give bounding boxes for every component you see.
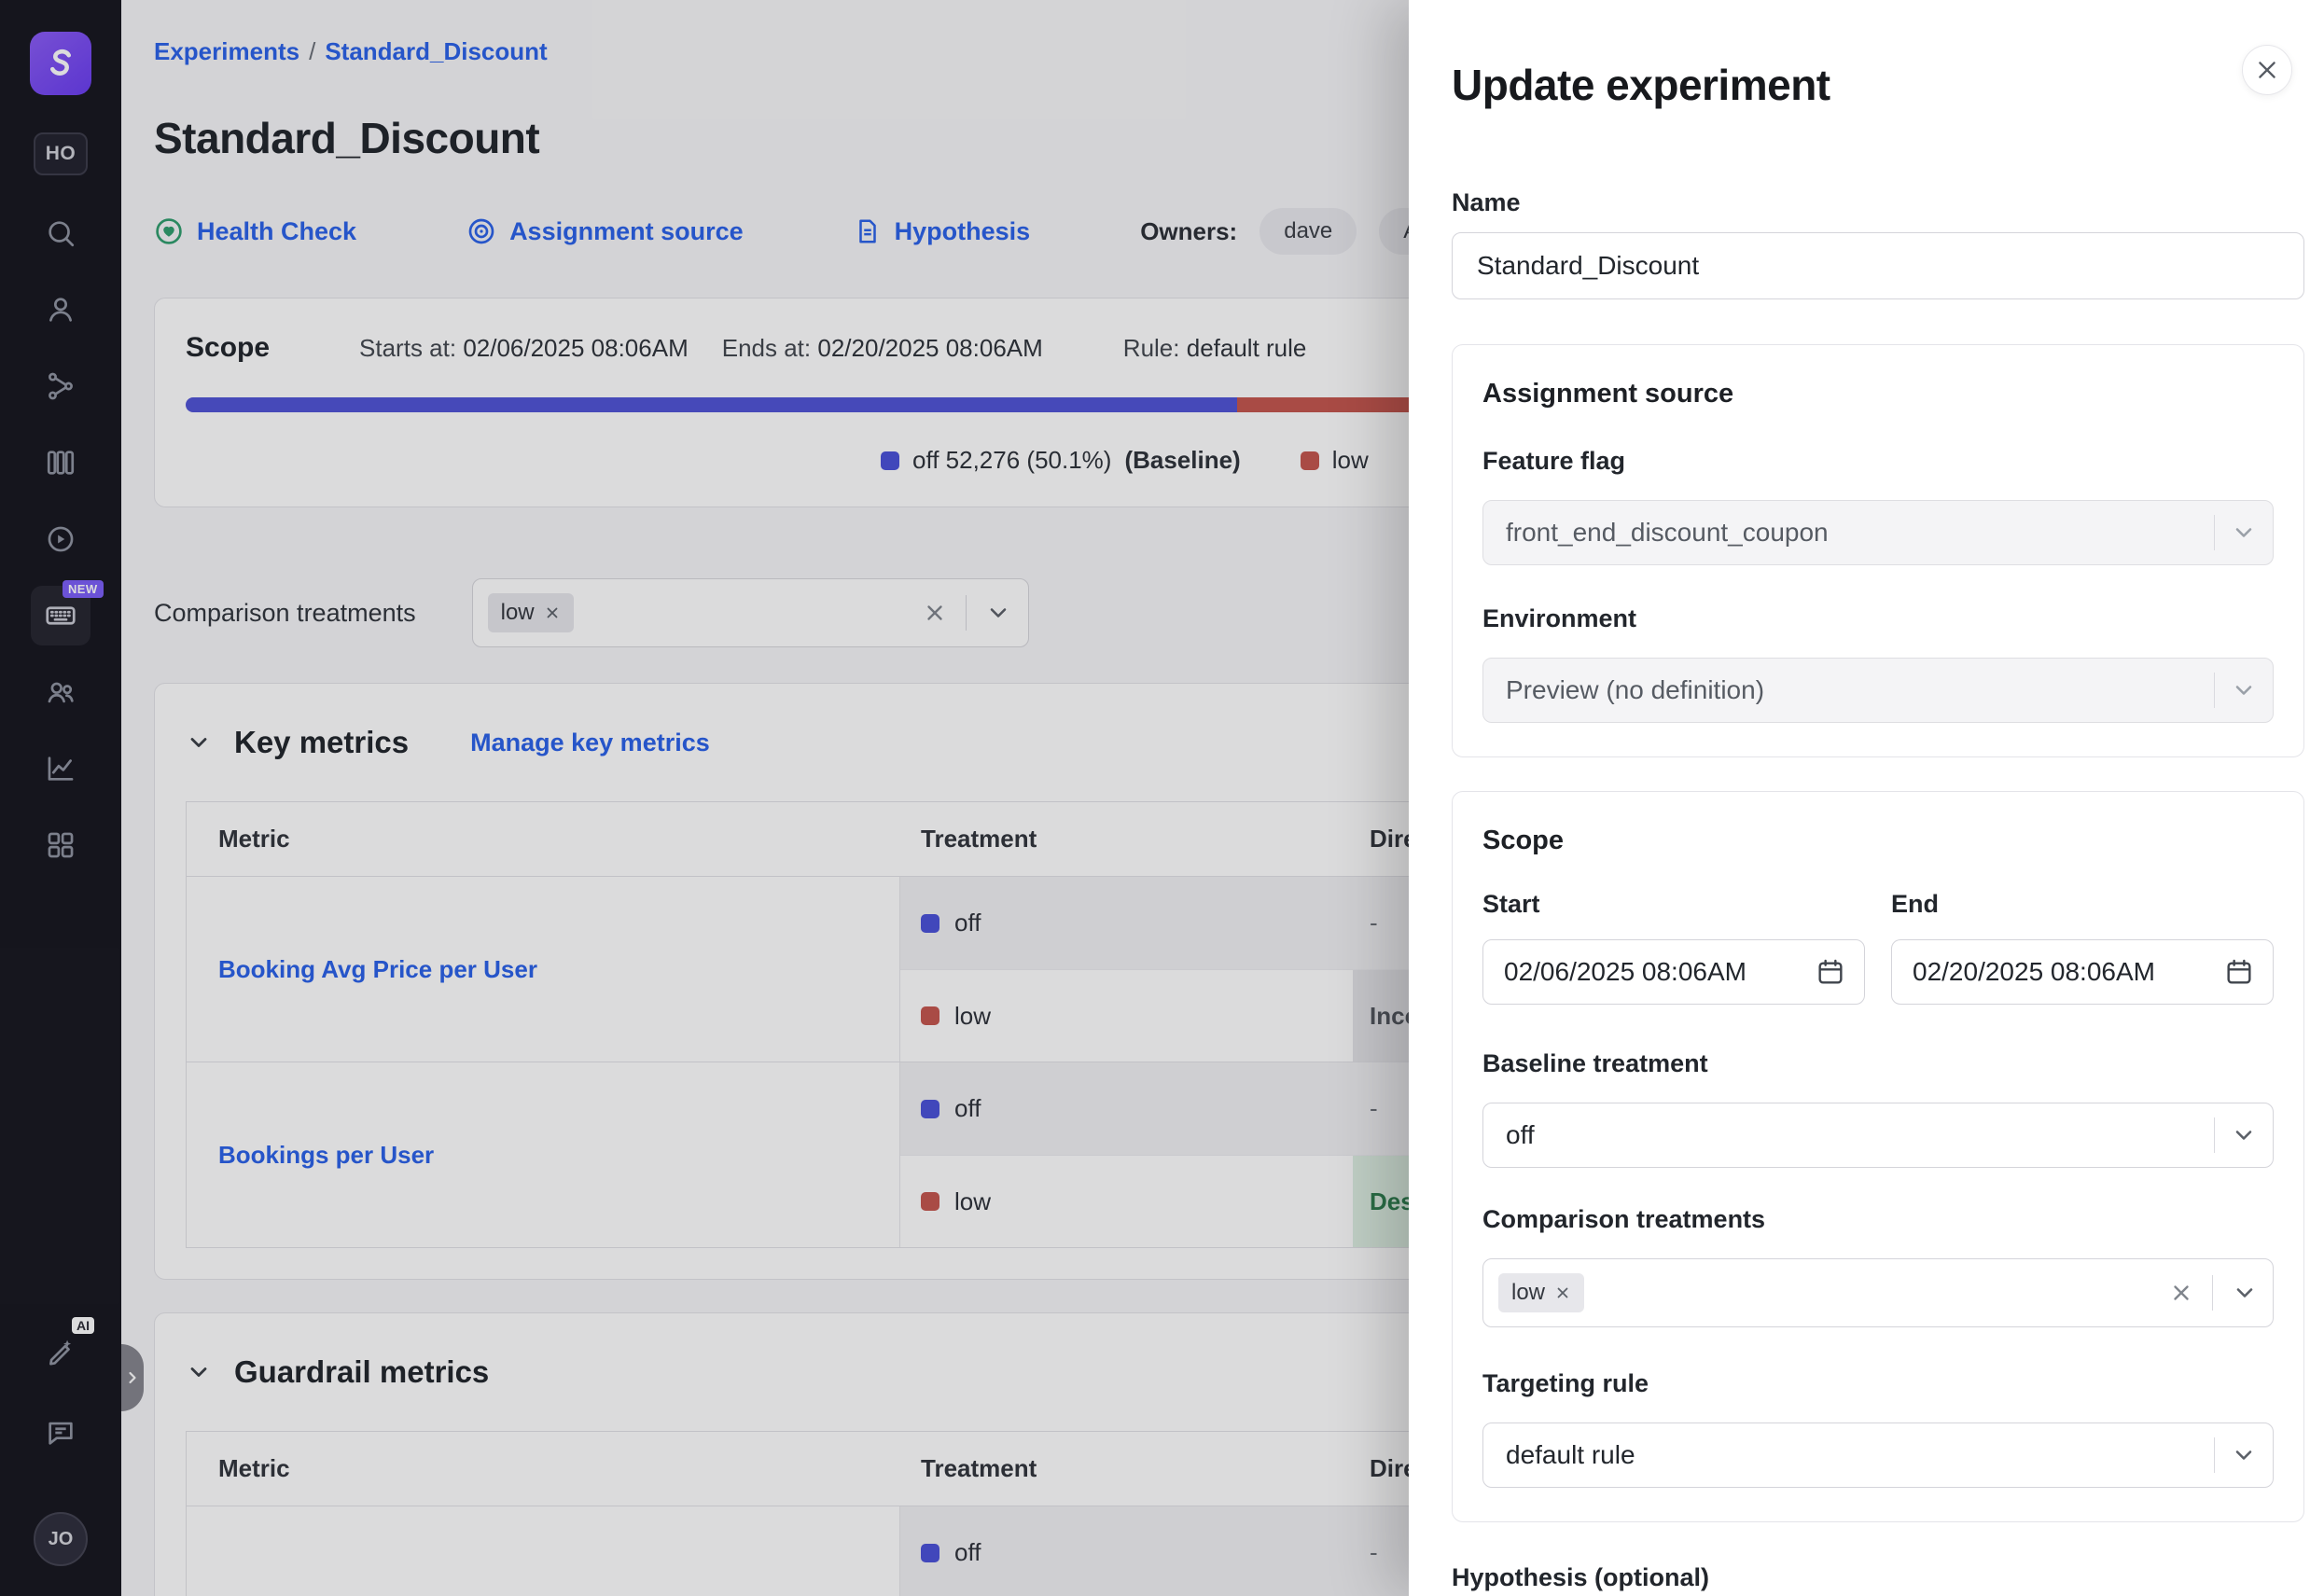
chevron-down-icon xyxy=(2231,677,2257,703)
chevron-down-icon xyxy=(2231,1122,2257,1148)
hypothesis-optional-label: Hypothesis (optional) xyxy=(1452,1563,2304,1592)
end-date-input[interactable]: 02/20/2025 08:06AM xyxy=(1891,939,2274,1005)
end-label: End xyxy=(1891,890,2274,919)
comparison-treatments-label: Comparison treatments xyxy=(1482,1205,2274,1234)
chevron-down-icon xyxy=(2231,1442,2257,1468)
environment-value: Preview (no definition) xyxy=(1506,675,1764,705)
clear-selection-icon[interactable] xyxy=(2169,1281,2193,1305)
assignment-source-title: Assignment source xyxy=(1482,379,2274,409)
drawer-title: Update experiment xyxy=(1452,60,2304,110)
start-date-value: 02/06/2025 08:06AM xyxy=(1504,957,1746,987)
treatment-chip-low[interactable]: low xyxy=(1498,1273,1584,1312)
chevron-down-icon[interactable] xyxy=(2232,1280,2258,1306)
baseline-treatment-select[interactable]: off xyxy=(1482,1103,2274,1168)
environment-select[interactable]: Preview (no definition) xyxy=(1482,658,2274,723)
start-date-input[interactable]: 02/06/2025 08:06AM xyxy=(1482,939,1865,1005)
scope-section: Scope Start End 02/06/2025 08:06AM 02/20… xyxy=(1452,791,2304,1522)
update-experiment-drawer: Update experiment Name Assignment source… xyxy=(1409,0,2324,1596)
comparison-treatments-multiselect[interactable]: low xyxy=(1482,1258,2274,1327)
feature-flag-select[interactable]: front_end_discount_coupon xyxy=(1482,500,2274,565)
name-input[interactable] xyxy=(1452,232,2304,299)
calendar-icon[interactable] xyxy=(2224,957,2254,987)
targeting-rule-select[interactable]: default rule xyxy=(1482,1423,2274,1488)
baseline-treatment-label: Baseline treatment xyxy=(1482,1049,2274,1078)
calendar-icon[interactable] xyxy=(1816,957,1845,987)
start-label: Start xyxy=(1482,890,1865,919)
chip-remove-icon[interactable] xyxy=(1554,1284,1571,1301)
end-date-value: 02/20/2025 08:06AM xyxy=(1913,957,2155,987)
chevron-down-icon xyxy=(2231,520,2257,546)
close-icon xyxy=(2255,58,2279,82)
modal-backdrop[interactable] xyxy=(0,0,1409,1596)
targeting-rule-value: default rule xyxy=(1506,1440,1635,1470)
feature-flag-value: front_end_discount_coupon xyxy=(1506,518,1829,548)
scope-section-title: Scope xyxy=(1482,826,2274,856)
environment-label: Environment xyxy=(1482,604,2274,633)
close-button[interactable] xyxy=(2242,45,2292,95)
targeting-rule-label: Targeting rule xyxy=(1482,1369,2274,1398)
control-divider xyxy=(2212,1275,2213,1311)
feature-flag-label: Feature flag xyxy=(1482,447,2274,476)
assignment-source-section: Assignment source Feature flag front_end… xyxy=(1452,344,2304,757)
baseline-treatment-value: off xyxy=(1506,1120,1535,1150)
name-label: Name xyxy=(1452,188,2304,217)
chip-label: low xyxy=(1511,1280,1545,1306)
